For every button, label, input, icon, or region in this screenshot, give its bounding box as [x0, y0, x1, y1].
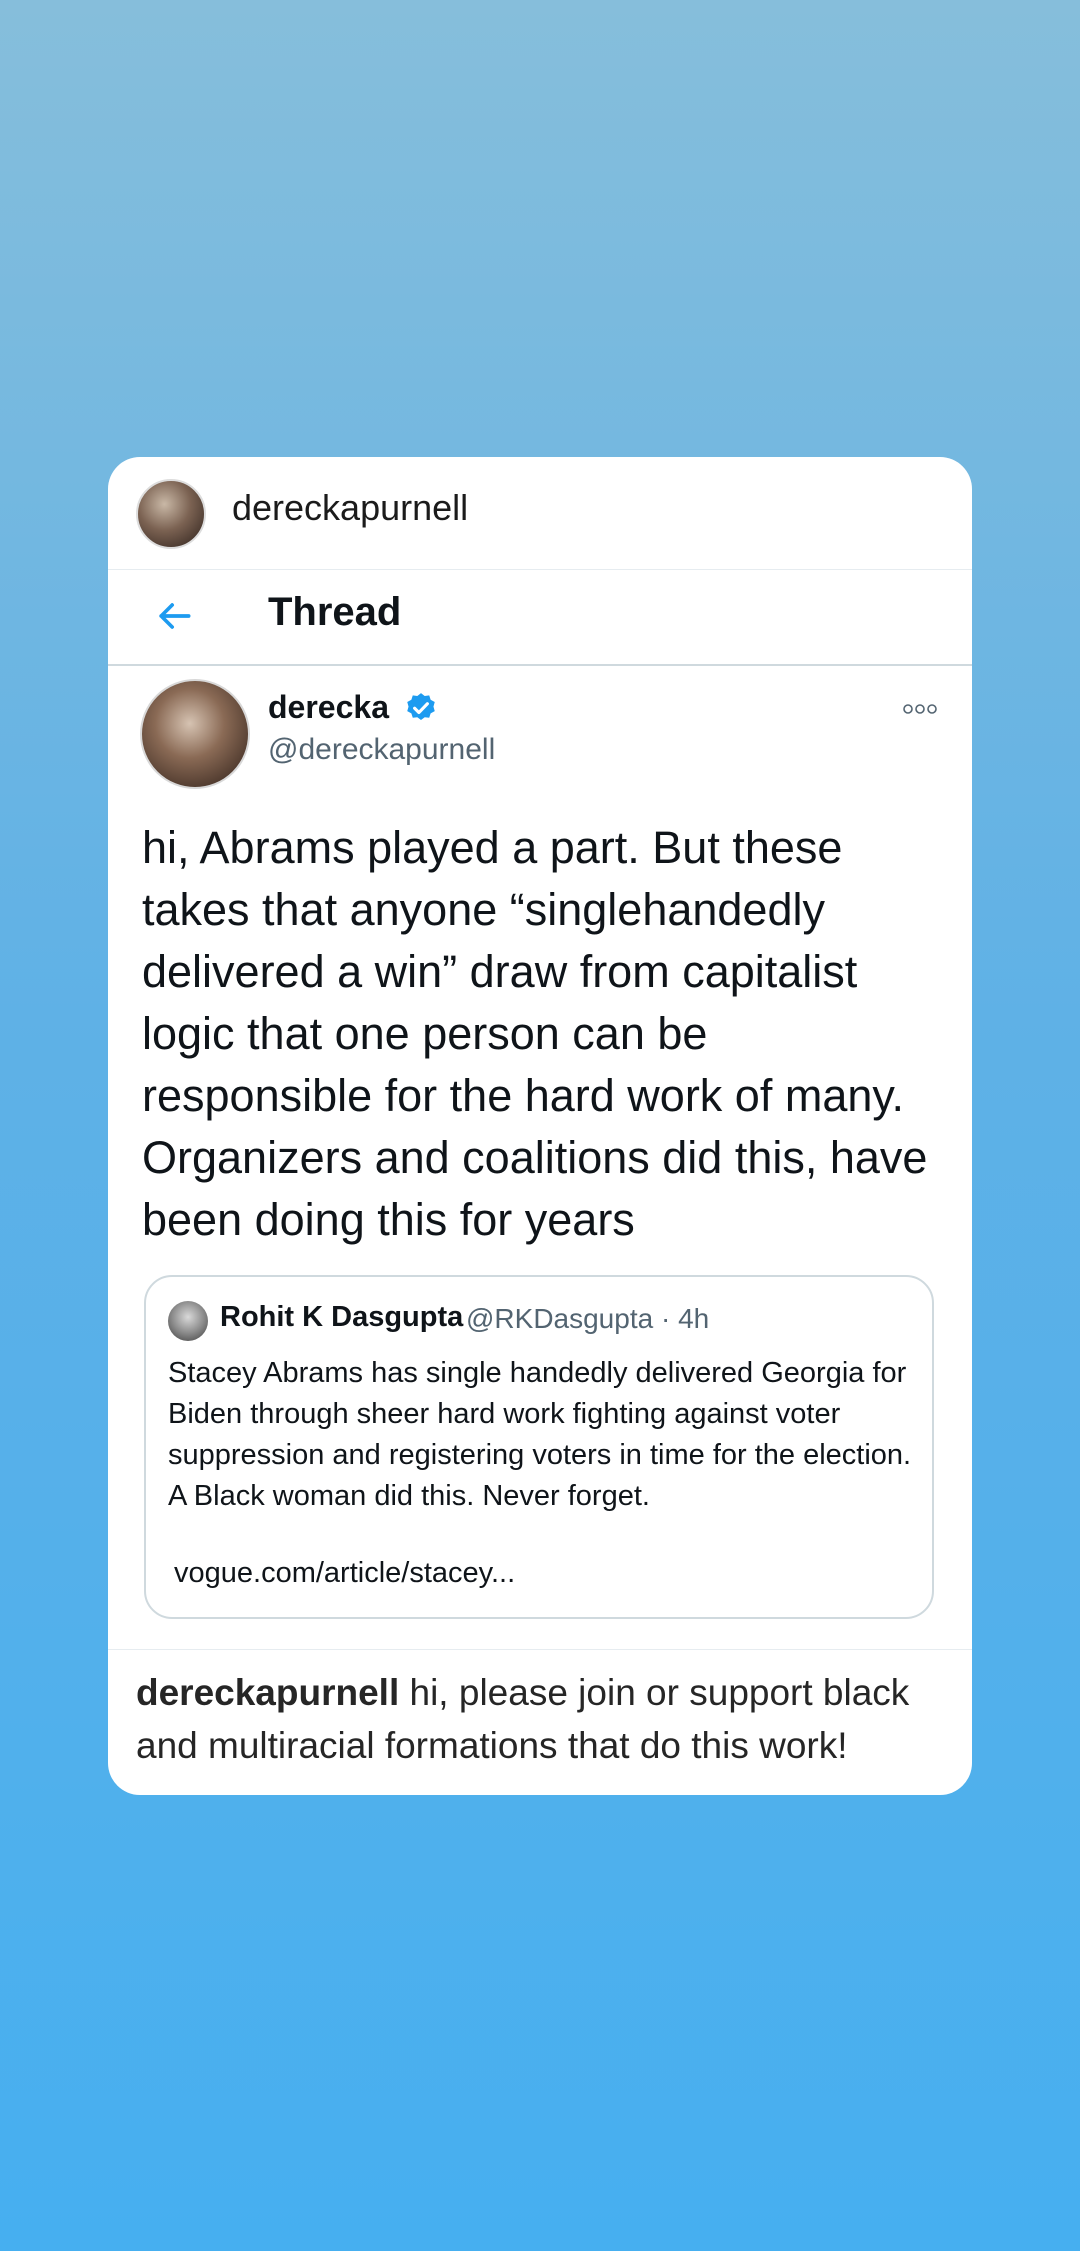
post-caption: dereckapurnell hi, please join or suppor… — [108, 1649, 972, 1795]
quoted-display-name: Rohit K Dasgupta — [220, 1301, 464, 1333]
quoted-handle-time: @RKDasgupta · 4h — [466, 1303, 710, 1334]
more-options-icon[interactable] — [900, 701, 940, 717]
quoted-tweet-link[interactable]: vogue.com/article/stacey... — [174, 1557, 515, 1590]
thread-bar: Thread — [108, 570, 972, 666]
tweet-handle[interactable]: @dereckapurnell — [268, 733, 495, 767]
quoted-tweet-card[interactable]: Rohit K Dasgupta @RKDasgupta · 4h Stacey… — [144, 1275, 934, 1619]
post-header: dereckapurnell — [108, 457, 972, 570]
arrow-left-icon[interactable] — [152, 594, 196, 638]
post-username[interactable]: dereckapurnell — [232, 487, 468, 529]
quoted-author-avatar — [168, 1301, 208, 1341]
caption-username[interactable]: dereckapurnell — [136, 1672, 399, 1713]
tweet-text: hi, Abrams played a part. But these take… — [142, 822, 928, 1245]
thread-title: Thread — [268, 590, 402, 634]
verified-badge-icon — [407, 693, 435, 721]
quoted-tweet-text: Stacey Abrams has single handedly delive… — [168, 1357, 912, 1512]
profile-avatar[interactable] — [136, 479, 206, 549]
post-card: dereckapurnell Thread derecka @dereckapu… — [108, 457, 972, 1795]
tweet-author-avatar[interactable] — [140, 679, 250, 789]
tweet-display-name[interactable]: derecka — [268, 689, 389, 726]
caption-text: dereckapurnell hi, please join or suppor… — [136, 1666, 956, 1772]
